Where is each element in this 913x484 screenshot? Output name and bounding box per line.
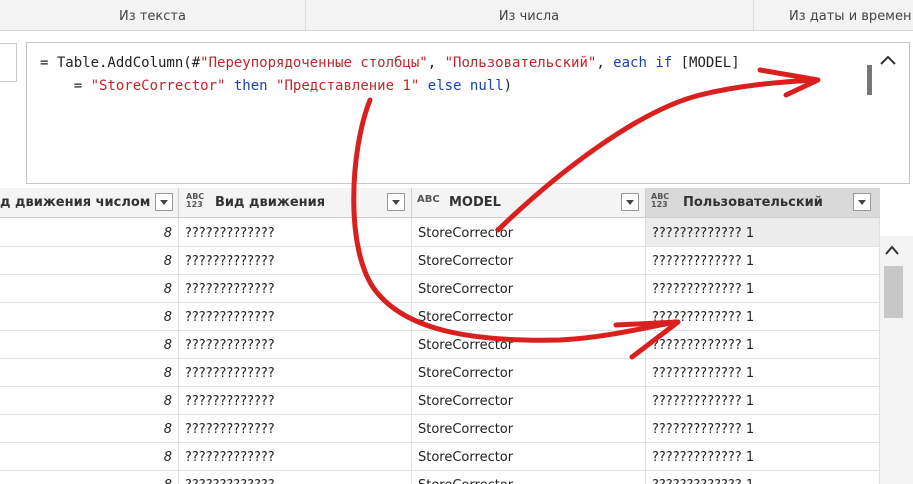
cell-movement-type[interactable]: ????????????? [179, 218, 412, 246]
grid-header: д движения числом ABC 123 Вид движения A… [0, 188, 880, 218]
cell-movement-type[interactable]: ????????????? [179, 386, 412, 414]
column-label: MODEL [449, 195, 501, 210]
cell-movement-number[interactable]: 8 [0, 470, 179, 484]
query-settings-toggle[interactable] [0, 43, 17, 82]
column-label: Вид движения [215, 195, 326, 210]
column-filter-dropdown[interactable] [621, 193, 639, 211]
cell-model[interactable]: StoreCorrector [412, 218, 646, 246]
column-header-movement-number[interactable]: д движения числом [0, 188, 179, 217]
formula-line-1: = Table.AddColumn(#"Переупорядоченные ст… [40, 55, 740, 71]
cell-custom[interactable]: ????????????? 1 [646, 358, 880, 386]
cell-model[interactable]: StoreCorrector [412, 246, 646, 274]
cell-movement-number[interactable]: 8 [0, 302, 179, 330]
ribbon-tab-from-number[interactable]: Из числа [305, 0, 754, 30]
column-header-movement-type[interactable]: ABC 123 Вид движения [179, 188, 412, 217]
cell-movement-number[interactable]: 8 [0, 358, 179, 386]
table-row[interactable]: 8?????????????StoreCorrector????????????… [0, 274, 880, 303]
cell-model[interactable]: StoreCorrector [412, 358, 646, 386]
cell-custom[interactable]: ????????????? 1 [646, 414, 880, 442]
formula-line-2: = "StoreCorrector" then "Представление 1… [40, 78, 513, 94]
cell-movement-type[interactable]: ????????????? [179, 246, 412, 274]
cell-movement-number[interactable]: 8 [0, 414, 179, 442]
cell-model[interactable]: StoreCorrector [412, 414, 646, 442]
type-text-icon[interactable]: ABC [417, 195, 440, 205]
cell-movement-type[interactable]: ????????????? [179, 330, 412, 358]
table-row[interactable]: 8?????????????StoreCorrector????????????… [0, 414, 880, 443]
cell-movement-number[interactable]: 8 [0, 274, 179, 302]
table-row[interactable]: 8?????????????StoreCorrector????????????… [0, 330, 880, 359]
ribbon-tab-from-text[interactable]: Из текста [0, 0, 306, 30]
table-row[interactable]: 8?????????????StoreCorrector????????????… [0, 302, 880, 331]
cell-movement-number[interactable]: 8 [0, 218, 179, 246]
text-caret [867, 65, 872, 95]
scrollbar-thumb[interactable] [884, 266, 903, 318]
cell-movement-type[interactable]: ????????????? [179, 358, 412, 386]
cell-movement-number[interactable]: 8 [0, 246, 179, 274]
cell-custom[interactable]: ????????????? 1 [646, 246, 880, 274]
table-row[interactable]: 8?????????????StoreCorrector????????????… [0, 358, 880, 387]
column-filter-dropdown[interactable] [387, 193, 405, 211]
cell-custom[interactable]: ????????????? 1 [646, 470, 880, 484]
type-any-icon[interactable]: ABC 123 [186, 193, 206, 209]
column-header-model[interactable]: ABC MODEL [412, 188, 646, 217]
column-label: Пользовательский [683, 195, 823, 210]
cell-movement-type[interactable]: ????????????? [179, 274, 412, 302]
column-filter-dropdown[interactable] [155, 193, 173, 211]
cell-movement-type[interactable]: ????????????? [179, 470, 412, 484]
cell-movement-number[interactable]: 8 [0, 442, 179, 470]
table-row[interactable]: 8?????????????StoreCorrector????????????… [0, 442, 880, 471]
cell-model[interactable]: StoreCorrector [412, 330, 646, 358]
cell-custom[interactable]: ????????????? 1 [646, 330, 880, 358]
formula-editor[interactable]: = Table.AddColumn(#"Переупорядоченные ст… [26, 42, 910, 184]
cell-movement-type[interactable]: ????????????? [179, 442, 412, 470]
column-filter-dropdown[interactable] [853, 193, 871, 211]
column-header-custom[interactable]: ABC 123 Пользовательский [646, 188, 880, 217]
cell-model[interactable]: StoreCorrector [412, 470, 646, 484]
table-row[interactable]: 8?????????????StoreCorrector????????????… [0, 386, 880, 415]
ribbon-tab-from-datetime[interactable]: Из даты и времен [753, 0, 913, 30]
cell-movement-type[interactable]: ????????????? [179, 302, 412, 330]
table-row[interactable]: 8?????????????StoreCorrector????????????… [0, 470, 880, 484]
column-label: д движения числом [0, 195, 151, 210]
cell-model[interactable]: StoreCorrector [412, 302, 646, 330]
cell-custom[interactable]: ????????????? 1 [646, 218, 880, 246]
cell-movement-number[interactable]: 8 [0, 386, 179, 414]
type-any-icon[interactable]: ABC 123 [651, 193, 671, 209]
cell-model[interactable]: StoreCorrector [412, 442, 646, 470]
cell-custom[interactable]: ????????????? 1 [646, 274, 880, 302]
table-row[interactable]: 8?????????????StoreCorrector????????????… [0, 246, 880, 275]
scroll-up-icon[interactable] [884, 244, 900, 256]
cell-custom[interactable]: ????????????? 1 [646, 442, 880, 470]
cell-movement-number[interactable]: 8 [0, 330, 179, 358]
cell-custom[interactable]: ????????????? 1 [646, 386, 880, 414]
cell-model[interactable]: StoreCorrector [412, 386, 646, 414]
ribbon-tabs: Из текста Из числа Из даты и времен [0, 0, 913, 31]
chevron-up-icon[interactable] [879, 53, 897, 67]
cell-movement-type[interactable]: ????????????? [179, 414, 412, 442]
cell-custom[interactable]: ????????????? 1 [646, 302, 880, 330]
data-grid: д движения числом ABC 123 Вид движения A… [0, 188, 880, 484]
table-row[interactable]: 8?????????????StoreCorrector????????????… [0, 218, 880, 247]
cell-model[interactable]: StoreCorrector [412, 274, 646, 302]
